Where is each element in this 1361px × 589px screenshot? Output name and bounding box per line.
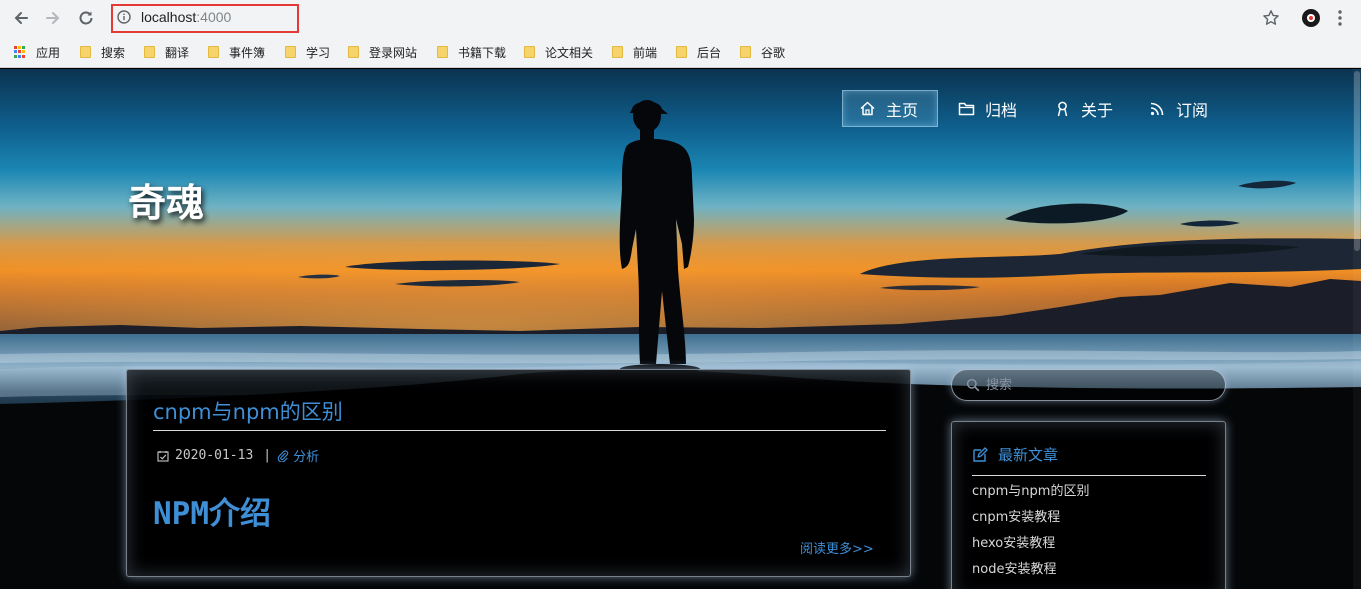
folder-icon xyxy=(958,102,975,116)
folder-icon xyxy=(208,46,219,58)
recent-post-link[interactable]: hexo安装教程 xyxy=(972,534,1089,560)
site-title[interactable]: 奇魂 xyxy=(128,172,204,227)
page-scrollbar[interactable] xyxy=(1353,69,1361,589)
bookmark-folder[interactable]: 前端 xyxy=(612,42,657,62)
nav-about-label: 关于 xyxy=(1081,100,1114,120)
bookmark-label: 后台 xyxy=(697,45,722,60)
recent-posts-card: 最新文章 cnpm与npm的区别 cnpm安装教程 hexo安装教程 node安… xyxy=(951,421,1226,589)
nav-about[interactable]: 关于 xyxy=(1038,90,1129,127)
post-category[interactable]: 分析 xyxy=(293,446,319,465)
calendar-check-icon xyxy=(157,450,169,462)
recent-posts-list: cnpm与npm的区别 cnpm安装教程 hexo安装教程 node安装教程 xyxy=(972,482,1089,586)
search-box[interactable] xyxy=(951,369,1226,401)
home-icon xyxy=(860,101,875,116)
nav-subscribe[interactable]: 订阅 xyxy=(1133,90,1224,127)
scrollbar-thumb[interactable] xyxy=(1354,71,1360,251)
recent-post-link[interactable]: node安装教程 xyxy=(972,560,1089,586)
forward-icon[interactable] xyxy=(41,6,65,30)
edit-icon xyxy=(973,446,988,462)
folder-icon xyxy=(524,46,535,58)
browser-toolbar: localhost:4000 xyxy=(0,0,1361,36)
rss-icon xyxy=(1150,102,1164,116)
post-date: 2020-01-13 xyxy=(175,448,254,463)
apps-grid-icon xyxy=(14,46,26,58)
nav-home[interactable]: 主页 xyxy=(842,90,938,127)
bookmark-folder[interactable]: 搜索 xyxy=(80,42,125,62)
bookmark-folder[interactable]: 翻译 xyxy=(144,42,189,62)
recent-posts-title: 最新文章 xyxy=(998,446,1059,464)
bookmark-folder[interactable]: 事件簿 xyxy=(208,42,265,62)
folder-icon xyxy=(144,46,155,58)
bookmark-label: 翻译 xyxy=(165,45,190,60)
nav-subscribe-label: 订阅 xyxy=(1176,100,1209,120)
search-icon xyxy=(966,378,980,392)
bookmark-folder[interactable]: 谷歌 xyxy=(740,42,785,62)
bookmark-label: 登录网站 xyxy=(369,45,418,60)
url-highlight-box xyxy=(111,4,299,33)
post-meta: 2020-01-13 | 分析 xyxy=(157,446,319,465)
user-icon xyxy=(1057,101,1068,117)
post-excerpt-heading: NPM介绍 xyxy=(153,496,271,532)
bookmark-label: 事件簿 xyxy=(229,45,266,60)
bookmark-folder[interactable]: 书籍下载 xyxy=(437,42,506,62)
read-more-link[interactable]: 阅读更多>> xyxy=(800,538,874,557)
folder-icon xyxy=(676,46,687,58)
folder-icon xyxy=(80,46,91,58)
recent-posts-header: 最新文章 xyxy=(972,444,1058,465)
bookmark-star-icon[interactable] xyxy=(1262,9,1280,27)
folder-icon xyxy=(612,46,623,58)
back-icon[interactable] xyxy=(9,6,33,30)
reload-icon[interactable] xyxy=(74,6,98,30)
folder-icon xyxy=(285,46,296,58)
bookmarks-bar: 应用 搜索 翻译 事件簿 学习 登录网站 书籍下载 论文相关 前端 后台 谷歌 xyxy=(0,36,1361,68)
nav-archive-label: 归档 xyxy=(985,100,1018,120)
folder-icon xyxy=(740,46,751,58)
bookmark-folder[interactable]: 登录网站 xyxy=(348,42,417,62)
recent-divider xyxy=(972,475,1206,476)
folder-icon xyxy=(348,46,359,58)
nav-archive[interactable]: 归档 xyxy=(942,90,1033,127)
bookmark-label: 应用 xyxy=(36,45,61,60)
nav-home-label: 主页 xyxy=(886,100,919,120)
bookmark-apps[interactable]: 应用 xyxy=(14,42,60,62)
post-card: cnpm与npm的区别 2020-01-13 | 分析 NPM介绍 阅读更多>> xyxy=(126,369,911,577)
extension-icon[interactable] xyxy=(1302,9,1320,27)
meta-separator: | xyxy=(263,448,272,463)
bookmark-label: 论文相关 xyxy=(545,45,594,60)
bookmark-label: 书籍下载 xyxy=(458,45,507,60)
folder-icon xyxy=(437,46,448,58)
recent-post-link[interactable]: cnpm安装教程 xyxy=(972,508,1089,534)
paperclip-icon xyxy=(277,449,289,462)
bookmark-label: 学习 xyxy=(306,45,331,60)
bookmark-label: 谷歌 xyxy=(761,45,786,60)
post-divider xyxy=(153,430,886,431)
bookmark-label: 搜索 xyxy=(101,45,126,60)
more-menu-icon[interactable] xyxy=(1330,8,1350,28)
bookmark-label: 前端 xyxy=(633,45,658,60)
post-title[interactable]: cnpm与npm的区别 xyxy=(153,396,343,426)
bookmark-folder[interactable]: 论文相关 xyxy=(524,42,593,62)
bookmark-folder[interactable]: 后台 xyxy=(676,42,721,62)
search-input[interactable] xyxy=(986,374,1216,396)
bookmark-folder[interactable]: 学习 xyxy=(285,42,330,62)
web-page: 奇魂 主页 归档 关于 订阅 cnpm与npm的区别 2020-01-13 | … xyxy=(0,69,1361,589)
recent-post-link[interactable]: cnpm与npm的区别 xyxy=(972,482,1089,508)
